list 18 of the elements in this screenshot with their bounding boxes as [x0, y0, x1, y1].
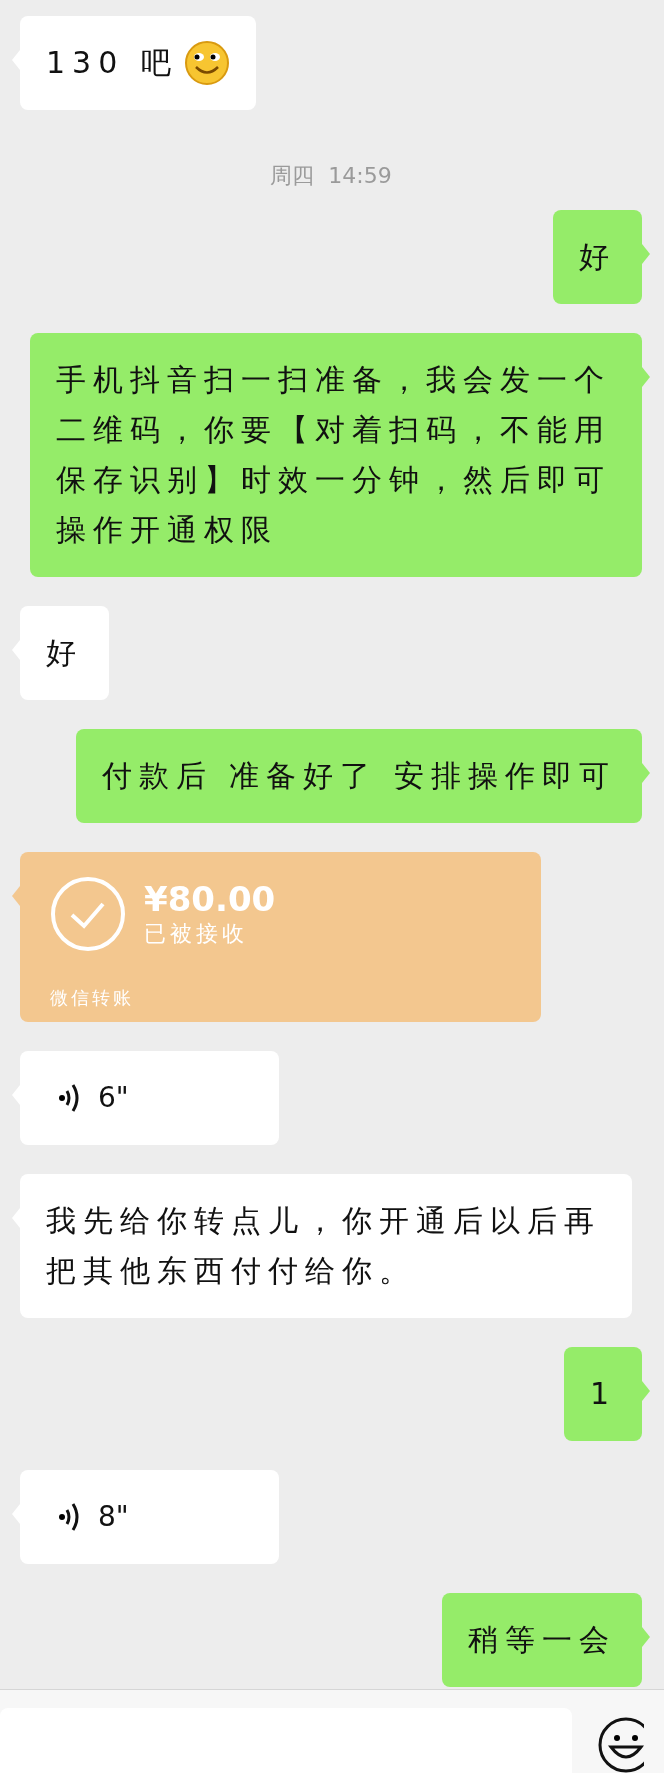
transfer-label: 微信转账	[50, 986, 134, 1010]
check-circle-icon	[50, 876, 126, 952]
voice-duration: 8"	[98, 1499, 129, 1535]
message-text: 好	[579, 238, 616, 276]
voice-message[interactable]: 6"	[20, 1051, 279, 1145]
message-text: 好	[46, 634, 83, 672]
message-text: 手机抖音扫一扫准备，我会发一个二维码，你要【对着扫码，不能用保存识别】时效一分钟，然后即可操作开通权限	[56, 361, 612, 549]
voice-duration: 6"	[98, 1080, 129, 1116]
message-text: 稍等一会	[468, 1621, 616, 1659]
timestamp: 周四 14:59	[269, 162, 393, 190]
voice-message[interactable]: 8"	[20, 1470, 279, 1564]
transfer-status: 已被接收	[144, 920, 249, 948]
transfer-amount: ¥80.00	[144, 879, 276, 919]
message-text: 1	[589, 1375, 616, 1413]
message-text: 我先给你转点儿，你开通后以后再把其他东西付付给你。	[46, 1202, 602, 1290]
message-text: 付款后 准备好了 安排操作即可	[101, 757, 616, 795]
message-text: 130 吧	[46, 44, 178, 82]
bubble-tail	[12, 886, 20, 906]
